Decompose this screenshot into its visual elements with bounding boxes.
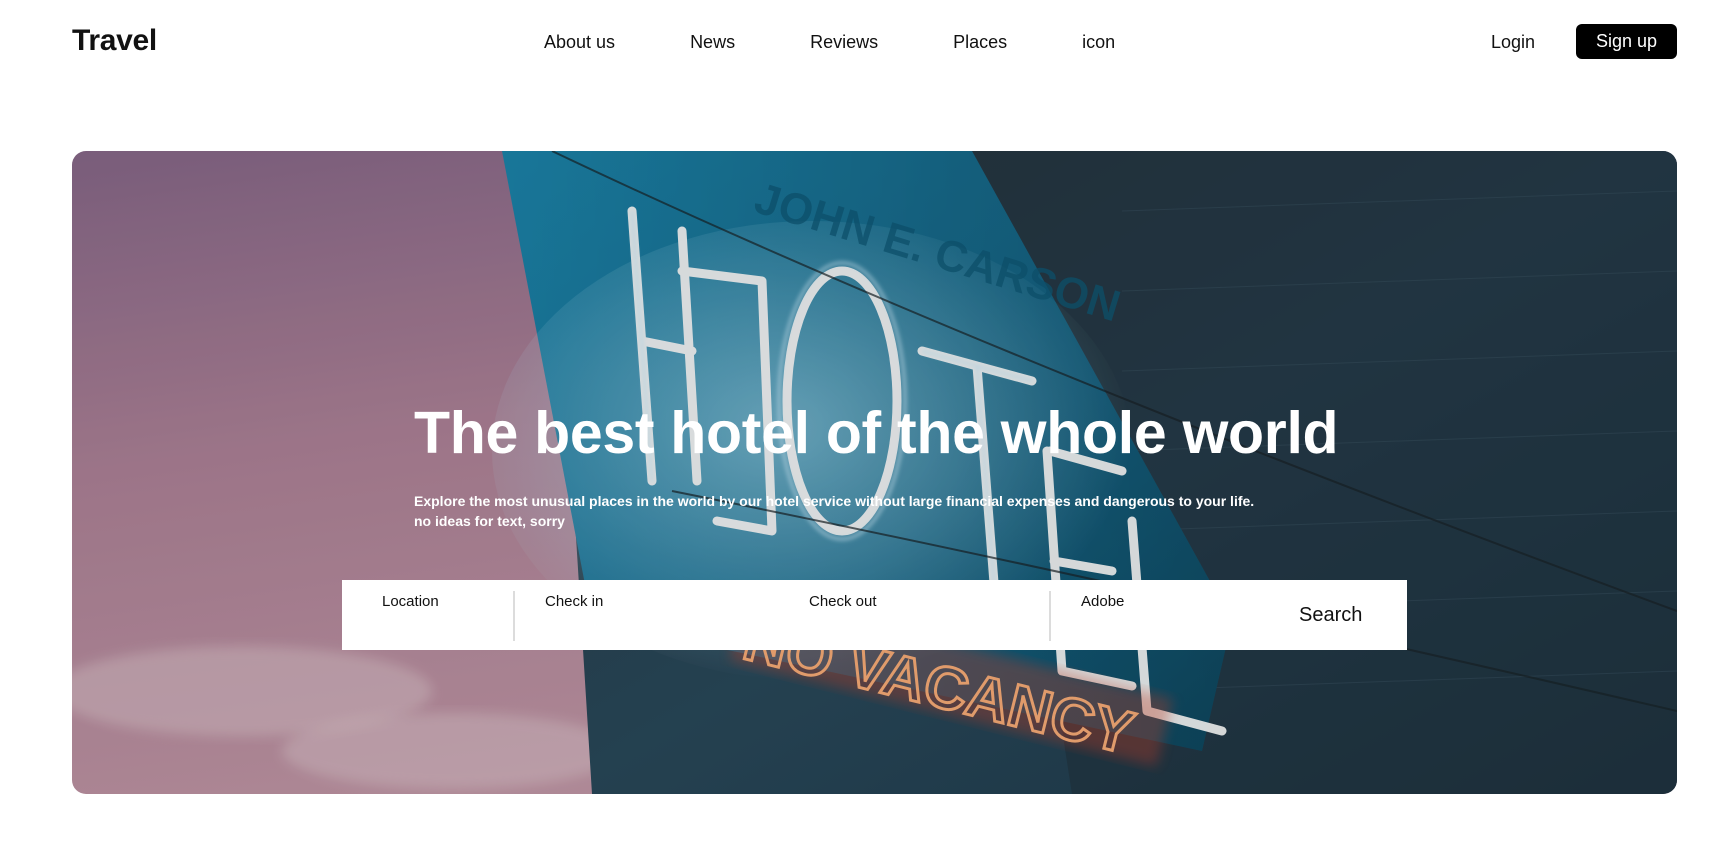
hero-background-image: JOHN E. CARSON NO VACANCY <box>72 151 1677 794</box>
hero-banner: JOHN E. CARSON NO VACANCY The best hotel… <box>72 151 1677 794</box>
check-in-label: Check in <box>545 593 604 610</box>
nav-icon[interactable]: icon <box>1082 32 1115 53</box>
hero-title: The best hotel of the whole world <box>414 400 1339 466</box>
check-out-field[interactable]: Check out <box>780 580 1045 650</box>
adobe-field[interactable]: Adobe <box>1051 580 1281 650</box>
hero-subtitle-line-2: no ideas for text, sorry <box>414 513 565 529</box>
search-button[interactable]: Search <box>1299 604 1362 627</box>
nav-about-us[interactable]: About us <box>544 32 615 53</box>
main-nav: About us News Reviews Places icon <box>544 32 1115 53</box>
login-link[interactable]: Login <box>1491 32 1535 53</box>
nav-news[interactable]: News <box>690 32 735 53</box>
location-field[interactable]: Location <box>342 580 514 650</box>
check-in-field[interactable]: Check in <box>515 580 780 650</box>
signup-button[interactable]: Sign up <box>1576 24 1677 59</box>
check-out-label: Check out <box>809 593 877 610</box>
hero-subtitle-line-1: Explore the most unusual places in the w… <box>414 493 1255 509</box>
hotel-search-bar: Location Check in Check out Adobe Search <box>342 580 1407 650</box>
location-label: Location <box>382 593 439 610</box>
adobe-label: Adobe <box>1081 593 1125 610</box>
nav-reviews[interactable]: Reviews <box>810 32 878 53</box>
site-logo[interactable]: Travel <box>72 24 157 58</box>
hero-subtitle: Explore the most unusual places in the w… <box>414 491 1254 531</box>
top-header: Travel About us News Reviews Places icon… <box>0 0 1735 86</box>
nav-places[interactable]: Places <box>953 32 1007 53</box>
